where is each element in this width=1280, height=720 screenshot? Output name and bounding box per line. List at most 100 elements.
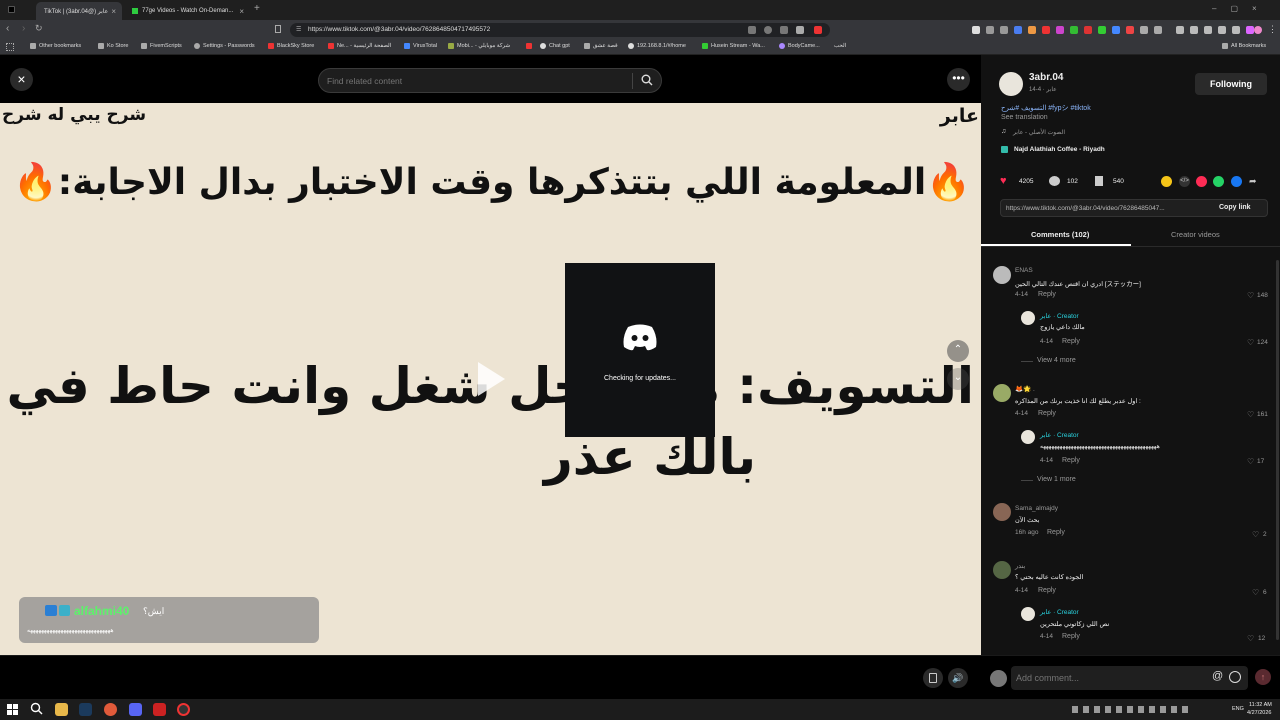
sidepanel-icon[interactable] [1204,26,1212,34]
extension-icon[interactable] [1098,26,1106,34]
sound-name[interactable]: الصوت الأصلي - عابر [1013,129,1065,136]
extension-icon[interactable] [1084,26,1092,34]
reply-button[interactable]: Reply [1038,410,1056,417]
extension-icon[interactable] [1042,26,1050,34]
tab-creator-videos[interactable]: Creator videos [1171,230,1220,239]
search-input[interactable] [327,74,627,88]
avatar[interactable] [1021,311,1035,325]
extension-icon[interactable] [1154,26,1162,34]
share-icon[interactable] [780,26,788,34]
more-options-button[interactable]: ••• [947,68,970,91]
avatar[interactable] [1021,607,1035,621]
panel-scrollbar[interactable] [1276,260,1279,640]
avatar[interactable] [1021,430,1035,444]
facebook-icon[interactable] [1231,176,1242,187]
comment-like-icon[interactable]: ♡ [1247,338,1254,347]
reply-button[interactable]: Reply [1047,529,1065,536]
comment-username[interactable]: عابر · Creator [1040,431,1079,439]
new-tab-icon[interactable]: + [254,3,260,14]
mention-icon[interactable]: @ [1212,670,1223,682]
tab-tiktok[interactable]: TikTok | (3abr.04@) عابر × [36,2,122,20]
extension-icon[interactable] [1070,26,1078,34]
copy-link-button[interactable]: Copy link [1219,204,1251,211]
whatsapp-icon[interactable] [1213,176,1224,187]
reload-icon[interactable]: ↻ [35,23,43,34]
comment-like-icon[interactable]: ♡ [1247,410,1254,419]
extension-icon[interactable] [1000,26,1008,34]
extension-icon[interactable] [1014,26,1022,34]
extension-icon[interactable] [972,26,980,34]
app-icon[interactable] [153,703,166,716]
all-bookmarks[interactable]: All Bookmarks [1222,43,1266,49]
send-icon[interactable] [1196,176,1207,187]
bookmark-item[interactable] [526,43,532,49]
avatar[interactable] [993,503,1011,521]
extension-icon[interactable] [1232,26,1240,34]
chrome-menu-icon[interactable]: ⋮ [1268,24,1277,35]
embed-icon[interactable]: </> [1179,176,1190,187]
chrome-icon[interactable] [104,703,117,716]
reply-button[interactable]: Reply [1038,587,1056,594]
bookmark-item[interactable]: Settings - Passwords [194,43,255,49]
volume-button[interactable]: 🔊 [948,668,968,688]
comment-input-box[interactable]: @ [1011,666,1248,690]
author-avatar[interactable] [999,72,1023,96]
share-coin-icon[interactable] [1161,176,1172,187]
previous-video-button[interactable]: ⌃ [947,340,969,362]
tab-comments[interactable]: Comments (102) [1031,230,1089,239]
window-controls[interactable]: –▢× [1212,4,1271,13]
bookmark-page-icon[interactable] [275,25,281,33]
author-username[interactable]: 3abr.04 [1029,72,1063,83]
bookmark-item[interactable]: Ko Store [98,43,128,49]
bookmark-item[interactable]: Chat gpt [540,43,570,49]
comment-username[interactable]: 🦊🌟 . [1015,385,1035,393]
comment-like-icon[interactable]: ♡ [1247,291,1254,300]
steam-icon[interactable] [79,703,92,716]
comment-username[interactable]: بندر [1015,562,1025,570]
current-user-avatar[interactable] [990,670,1007,687]
more-share-icon[interactable]: ➦ [1249,176,1257,187]
apps-icon[interactable] [6,43,14,51]
extension-icon[interactable] [1056,26,1064,34]
comment-username[interactable]: ENAS [1015,267,1033,274]
star-icon[interactable] [796,26,804,34]
avatar[interactable] [993,384,1011,402]
comment-username[interactable]: Sama_almajdy [1015,505,1058,512]
back-icon[interactable]: ‹ [6,23,9,34]
close-tab-icon[interactable]: × [239,7,244,16]
clock-time[interactable]: 11:32 AM [1249,702,1272,708]
bookmark-item[interactable]: BodyCame... [779,43,820,49]
music-icon[interactable] [1176,26,1184,34]
reply-button[interactable]: Reply [1062,633,1080,640]
bookmark-item[interactable]: Other bookmarks [30,43,81,49]
profile-avatar[interactable] [1254,26,1262,34]
extension-icon[interactable] [1112,26,1120,34]
video-player[interactable]: عابر شرح يبي له شرح 🔥المعلومة اللي بتتذك… [0,103,981,655]
next-video-button[interactable]: ⌄ [947,368,969,390]
bookmark-item[interactable]: Husein Stream - Wa... [702,43,765,49]
reply-button[interactable]: Reply [1062,338,1080,345]
bookmark-item[interactable]: VirusTotal [404,43,437,49]
following-button[interactable]: Following [1195,73,1267,95]
search-icon[interactable] [30,702,43,715]
close-tab-icon[interactable]: × [111,7,116,16]
site-info-icon[interactable]: ☰ [296,23,301,37]
view-more-replies[interactable]: View 4 more [1037,357,1076,364]
comment-username[interactable]: عابر · Creator [1040,312,1079,320]
comment-username[interactable]: عابر · Creator [1040,608,1079,616]
comment-icon[interactable] [1049,176,1060,186]
zoom-icon[interactable] [764,26,772,34]
windows-start-icon[interactable] [7,704,18,715]
reply-button[interactable]: Reply [1062,457,1080,464]
search-icon[interactable] [641,74,653,86]
reply-button[interactable]: Reply [1038,291,1056,298]
avatar[interactable] [993,266,1011,284]
forward-icon[interactable]: › [22,23,25,34]
avatar[interactable] [993,561,1011,579]
emoji-icon[interactable] [1229,671,1241,683]
post-comment-button[interactable]: ↑ [1255,669,1271,685]
bookmark-item[interactable]: Mobi... - شركة موبايلي [448,43,510,49]
see-translation-link[interactable]: See translation [1001,114,1048,121]
bookmark-item[interactable]: الحب [834,43,846,49]
system-tray-icons[interactable] [1072,706,1192,713]
